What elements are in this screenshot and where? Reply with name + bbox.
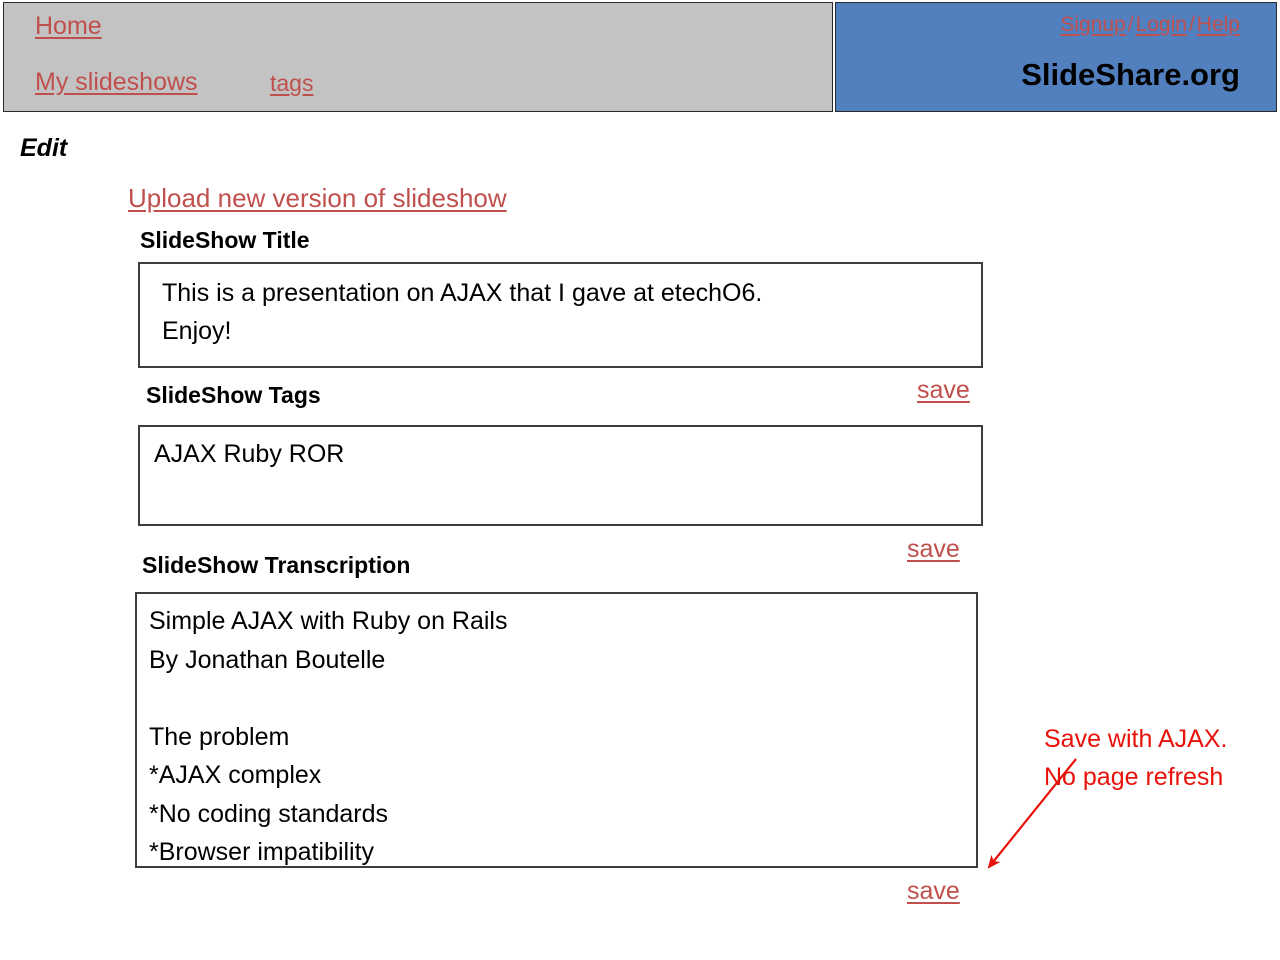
- annotation-callout: Save with AJAX. No page refresh: [1044, 720, 1274, 796]
- annotation-line-1: Save with AJAX.: [1044, 725, 1228, 753]
- slideshow-title-input[interactable]: This is a presentation on AJAX that I ga…: [138, 262, 983, 368]
- nav-link-my-slideshows[interactable]: My slideshows: [35, 67, 198, 97]
- account-separator-2: /: [1188, 13, 1195, 36]
- login-link[interactable]: Login: [1136, 13, 1187, 36]
- signup-link[interactable]: Signup: [1060, 13, 1125, 36]
- navigation-panel: Home My slideshows tags: [3, 2, 833, 112]
- slideshow-tags-label: SlideShow Tags: [146, 382, 321, 408]
- site-header: Home My slideshows tags Signup/Login/Hel…: [3, 2, 1277, 112]
- save-title-button[interactable]: save: [917, 375, 970, 405]
- nav-link-home[interactable]: Home: [35, 11, 102, 41]
- page-title: Edit: [20, 134, 68, 162]
- account-links: Signup/Login/Help: [1060, 12, 1240, 37]
- brand-panel: Signup/Login/Help SlideShare.org: [835, 2, 1277, 112]
- slideshow-transcription-label: SlideShow Transcription: [142, 552, 411, 578]
- annotation-line-2: No page refresh: [1044, 763, 1224, 791]
- slideshow-transcription-input[interactable]: Simple AJAX with Ruby on Rails By Jonath…: [135, 592, 978, 868]
- slideshow-tags-input[interactable]: AJAX Ruby ROR: [138, 425, 983, 526]
- account-separator-1: /: [1127, 13, 1134, 36]
- nav-link-tags[interactable]: tags: [270, 69, 313, 97]
- help-link[interactable]: Help: [1197, 13, 1240, 36]
- site-logo-text: SlideShare.org: [1021, 57, 1240, 92]
- upload-new-version-link[interactable]: Upload new version of slideshow: [128, 182, 507, 214]
- save-tags-button[interactable]: save: [907, 534, 960, 564]
- slideshow-title-label: SlideShow Title: [140, 227, 310, 253]
- save-transcription-button[interactable]: save: [907, 876, 960, 906]
